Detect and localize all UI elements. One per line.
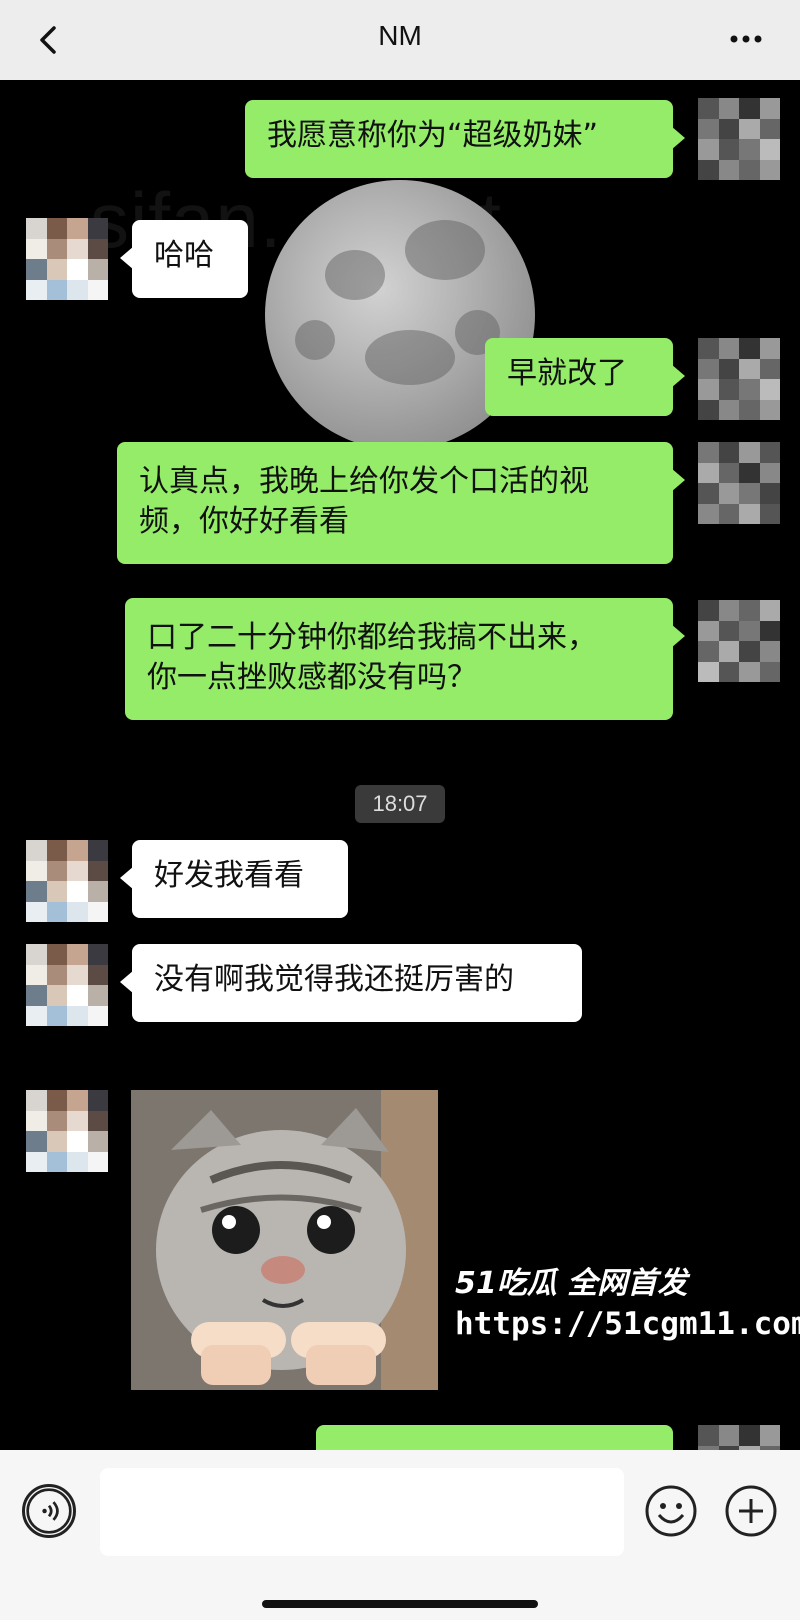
plus-circle-icon[interactable]: [724, 1484, 778, 1538]
message-bubble[interactable]: 早就改了: [485, 338, 685, 416]
emoji-icon[interactable]: [644, 1484, 698, 1538]
my-avatar[interactable]: [698, 1425, 780, 1450]
timestamp: 18:07: [355, 785, 445, 823]
message-bubble[interactable]: 没有啊我觉得我还挺厉害的: [120, 944, 582, 1022]
message-input[interactable]: [100, 1468, 624, 1556]
chat-title: NM: [378, 20, 422, 51]
cat-sticker-image[interactable]: [131, 1090, 438, 1390]
nav-bar: NM: [0, 0, 800, 80]
more-icon[interactable]: [726, 24, 766, 54]
watermark-brand: 51吃瓜 全网首发: [455, 1266, 688, 1301]
my-avatar[interactable]: [698, 600, 780, 682]
my-avatar[interactable]: [698, 98, 780, 180]
home-indicator: [262, 1600, 538, 1608]
message-bubble[interactable]: 好发我看看: [120, 840, 348, 918]
message-bubble[interactable]: 口了二十分钟你都给我搞不出来， 你一点挫败感都没有吗？: [125, 598, 685, 720]
my-avatar[interactable]: [698, 442, 780, 524]
contact-avatar[interactable]: [26, 944, 108, 1026]
input-bar: [0, 1450, 800, 1620]
chat-area[interactable]: sifan...z.net 我愿意称你为“超级奶妹” 哈哈 早就改了 认真点，我…: [0, 80, 800, 1450]
my-avatar[interactable]: [698, 338, 780, 420]
message-bubble[interactable]: 我愿意称你为“超级奶妹”: [245, 100, 685, 178]
contact-avatar[interactable]: [26, 840, 108, 922]
contact-avatar[interactable]: [26, 218, 108, 300]
message-bubble[interactable]: 认真点，我晚上给你发个口活的视 频，你好好看看: [117, 442, 685, 564]
message-bubble-partial[interactable]: [316, 1425, 673, 1450]
message-bubble[interactable]: 哈哈: [120, 220, 248, 298]
contact-avatar[interactable]: [26, 1090, 108, 1172]
voice-icon[interactable]: [22, 1484, 76, 1538]
watermark-overlay: 51吃瓜 全网首发 https://51cgm11.com: [455, 1258, 800, 1342]
watermark-url: https://51cgm11.com: [455, 1306, 800, 1342]
